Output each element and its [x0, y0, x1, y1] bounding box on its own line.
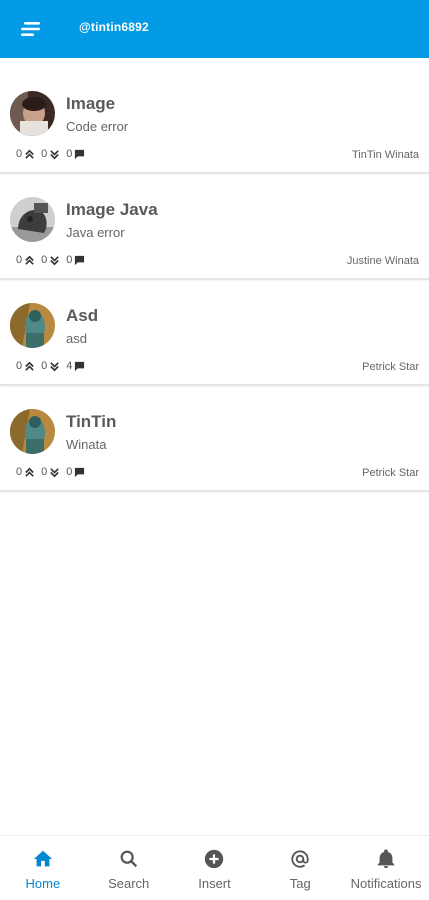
post-title[interactable]: TinTin — [66, 412, 116, 432]
nav-tag-label: Tag — [289, 876, 311, 891]
comment-icon — [75, 255, 85, 265]
upvote-count: 0 — [16, 360, 23, 372]
post-feed: Image Code error 0 0 0 TinTin Winata Ima… — [0, 68, 429, 492]
downvote-button[interactable]: 0 — [41, 148, 60, 160]
comment-icon — [75, 467, 85, 477]
comments-button[interactable]: 0 — [66, 466, 85, 478]
post-subtitle: Code error — [66, 119, 129, 134]
post-card[interactable]: Asd asd 0 0 4 Petrick Star — [0, 280, 429, 386]
comments-button[interactable]: 0 — [66, 148, 85, 160]
username-label: @tintin6892 — [79, 20, 149, 34]
post-title[interactable]: Image — [66, 94, 115, 114]
avatar[interactable] — [10, 303, 55, 348]
menu-button[interactable] — [18, 17, 44, 41]
nav-search[interactable]: Search — [86, 836, 172, 900]
upvote-count: 0 — [16, 466, 23, 478]
double-chevron-up-icon — [25, 255, 34, 265]
comment-count: 4 — [66, 360, 73, 372]
post-stats: 0 0 0 — [16, 148, 91, 160]
upvote-count: 0 — [16, 254, 23, 266]
downvote-button[interactable]: 0 — [41, 466, 60, 478]
post-subtitle: Winata — [66, 437, 107, 452]
downvote-count: 0 — [41, 360, 48, 372]
comment-icon — [75, 149, 85, 159]
nav-notifications[interactable]: Notifications — [343, 836, 429, 900]
downvote-count: 0 — [41, 148, 48, 160]
comment-count: 0 — [66, 254, 73, 266]
post-subtitle: asd — [66, 331, 87, 346]
double-chevron-down-icon — [50, 255, 60, 265]
nav-insert-label: Insert — [198, 876, 231, 891]
double-chevron-down-icon — [50, 467, 60, 477]
post-stats: 0 0 0 — [16, 254, 91, 266]
post-author[interactable]: TinTin Winata — [352, 149, 419, 161]
post-title[interactable]: Asd — [66, 306, 98, 326]
bottom-navigation: Home Search Insert Tag Notifications — [0, 835, 429, 900]
search-icon — [120, 850, 137, 868]
at-icon — [291, 850, 309, 868]
double-chevron-down-icon — [50, 361, 60, 371]
post-card[interactable]: TinTin Winata 0 0 0 Petrick Star — [0, 386, 429, 492]
comment-icon — [75, 361, 85, 371]
post-author[interactable]: Justine Winata — [347, 255, 419, 267]
upvote-button[interactable]: 0 — [16, 466, 35, 478]
avatar[interactable] — [10, 197, 55, 242]
nav-insert[interactable]: Insert — [172, 836, 258, 900]
double-chevron-up-icon — [25, 361, 34, 371]
double-chevron-up-icon — [25, 149, 34, 159]
post-title[interactable]: Image Java — [66, 200, 158, 220]
avatar[interactable] — [10, 409, 55, 454]
comment-count: 0 — [66, 148, 73, 160]
menu-icon — [21, 22, 40, 36]
downvote-count: 0 — [41, 466, 48, 478]
post-author[interactable]: Petrick Star — [362, 467, 419, 479]
post-subtitle: Java error — [66, 225, 125, 240]
app-bar: @tintin6892 — [0, 0, 429, 58]
post-card[interactable]: Image Java Java error 0 0 0 Justine Wina… — [0, 174, 429, 280]
downvote-button[interactable]: 0 — [41, 360, 60, 372]
comment-count: 0 — [66, 466, 73, 478]
nav-home[interactable]: Home — [0, 836, 86, 900]
nav-notifications-label: Notifications — [350, 876, 422, 891]
upvote-count: 0 — [16, 148, 23, 160]
nav-tag[interactable]: Tag — [257, 836, 343, 900]
post-card[interactable]: Image Code error 0 0 0 TinTin Winata — [0, 68, 429, 174]
upvote-button[interactable]: 0 — [16, 254, 35, 266]
double-chevron-down-icon — [50, 149, 60, 159]
comments-button[interactable]: 0 — [66, 254, 85, 266]
nav-search-label: Search — [108, 876, 150, 891]
double-chevron-up-icon — [25, 467, 34, 477]
upvote-button[interactable]: 0 — [16, 148, 35, 160]
post-author[interactable]: Petrick Star — [362, 361, 419, 373]
upvote-button[interactable]: 0 — [16, 360, 35, 372]
avatar[interactable] — [10, 91, 55, 136]
add-circle-icon — [205, 849, 224, 869]
post-stats: 0 0 4 — [16, 360, 91, 372]
bell-icon — [377, 849, 395, 869]
nav-home-label: Home — [25, 876, 61, 891]
home-icon — [33, 850, 53, 867]
downvote-count: 0 — [41, 254, 48, 266]
downvote-button[interactable]: 0 — [41, 254, 60, 266]
comments-button[interactable]: 4 — [66, 360, 85, 372]
post-stats: 0 0 0 — [16, 466, 91, 478]
